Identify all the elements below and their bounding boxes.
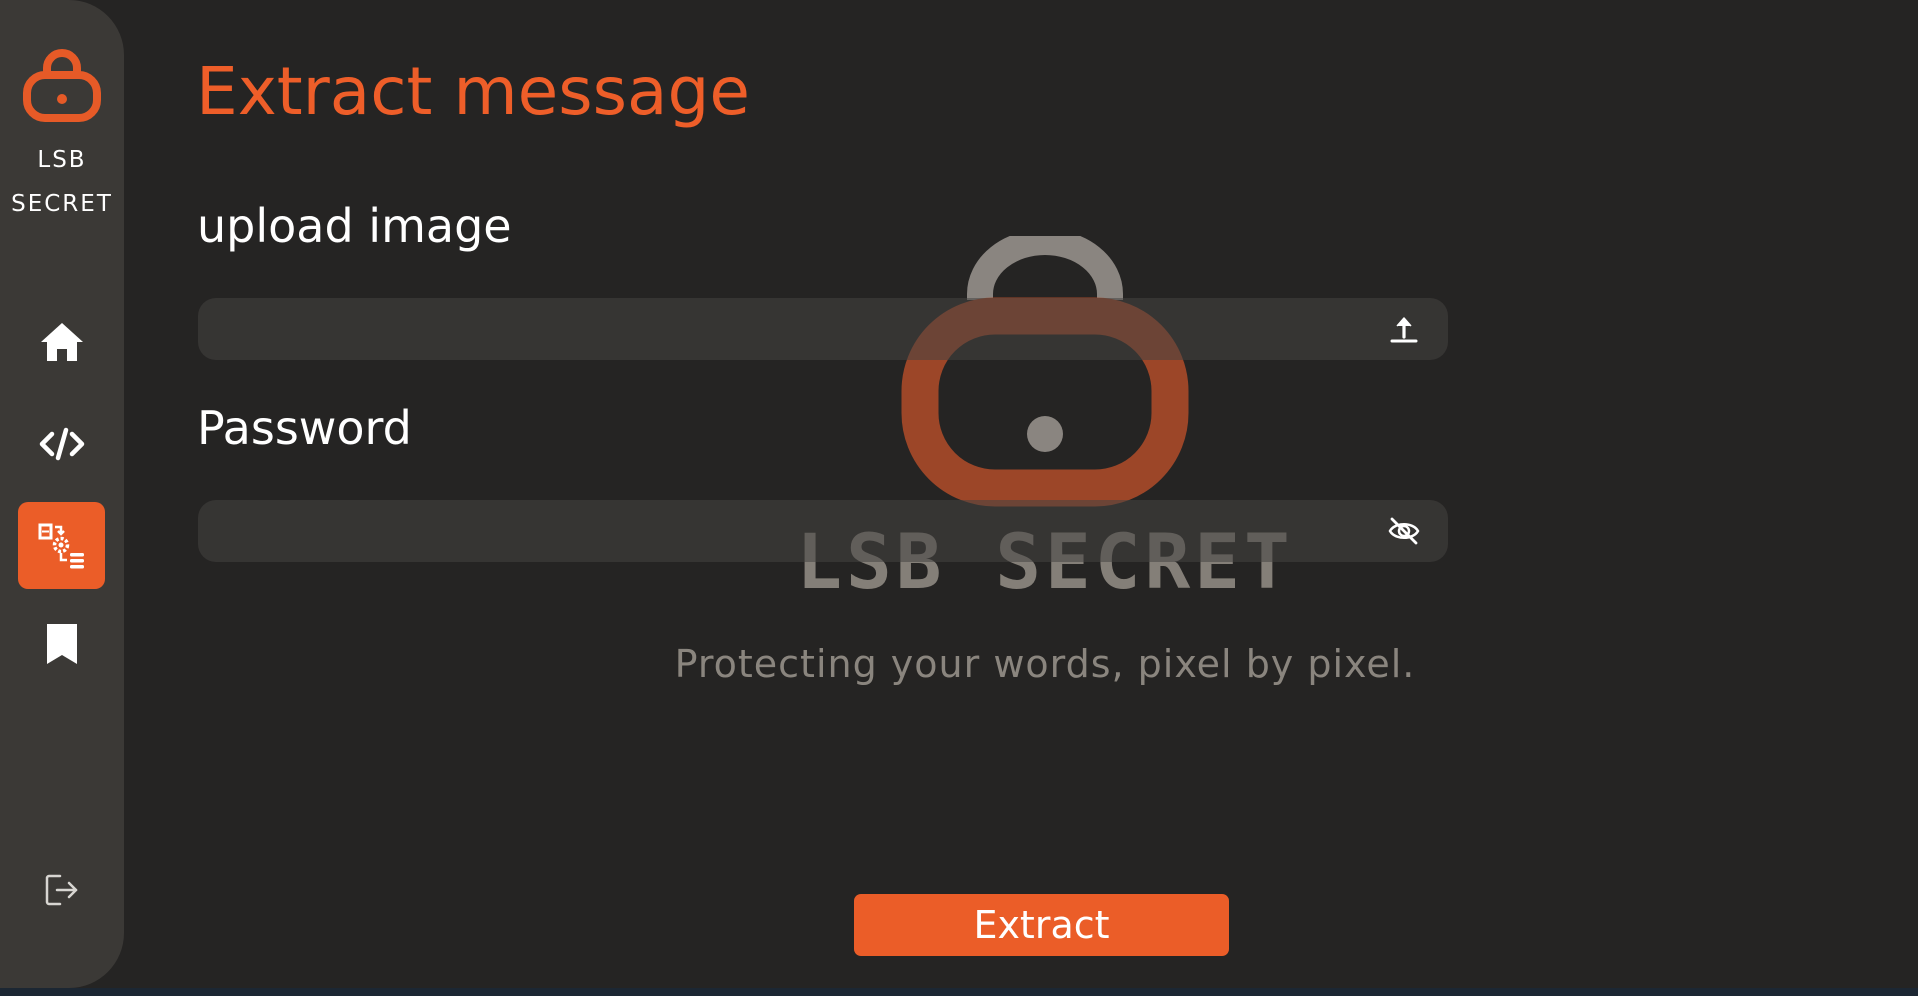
upload-icon[interactable]	[1386, 311, 1422, 347]
brand: LSB SECRET	[0, 44, 124, 226]
password-input[interactable]	[218, 500, 1386, 562]
sidebar: LSB SECRET	[0, 0, 124, 988]
brand-name-line2: SECRET	[11, 191, 113, 217]
upload-image-input[interactable]	[218, 298, 1386, 360]
watermark-tagline: Protecting your words, pixel by pixel.	[674, 642, 1416, 686]
page-title: Extract message	[196, 53, 750, 130]
logout-button[interactable]	[18, 846, 105, 933]
app-window: LSB SECRET Protecting your words, pixel …	[0, 0, 1918, 996]
brand-name-line1: LSB	[37, 147, 87, 173]
password-field[interactable]	[198, 500, 1448, 562]
extract-button[interactable]: Extract	[854, 894, 1229, 956]
sidebar-item-home[interactable]	[18, 298, 105, 385]
lock-logo-icon	[23, 49, 101, 122]
eye-off-icon[interactable]	[1386, 513, 1422, 549]
home-icon	[40, 322, 83, 361]
sidebar-item-code[interactable]	[18, 400, 105, 487]
taskbar-edge	[0, 988, 1918, 996]
logout-icon	[45, 874, 77, 905]
sidebar-item-bookmark[interactable]	[18, 600, 105, 687]
password-label: Password	[197, 401, 412, 455]
extract-icon	[38, 523, 84, 568]
upload-image-label: upload image	[197, 199, 512, 253]
upload-image-field[interactable]	[198, 298, 1448, 360]
sidebar-item-extract[interactable]	[18, 502, 105, 589]
code-icon	[39, 427, 84, 460]
watermark-lock-icon	[901, 236, 1189, 507]
bookmark-icon	[46, 623, 77, 664]
